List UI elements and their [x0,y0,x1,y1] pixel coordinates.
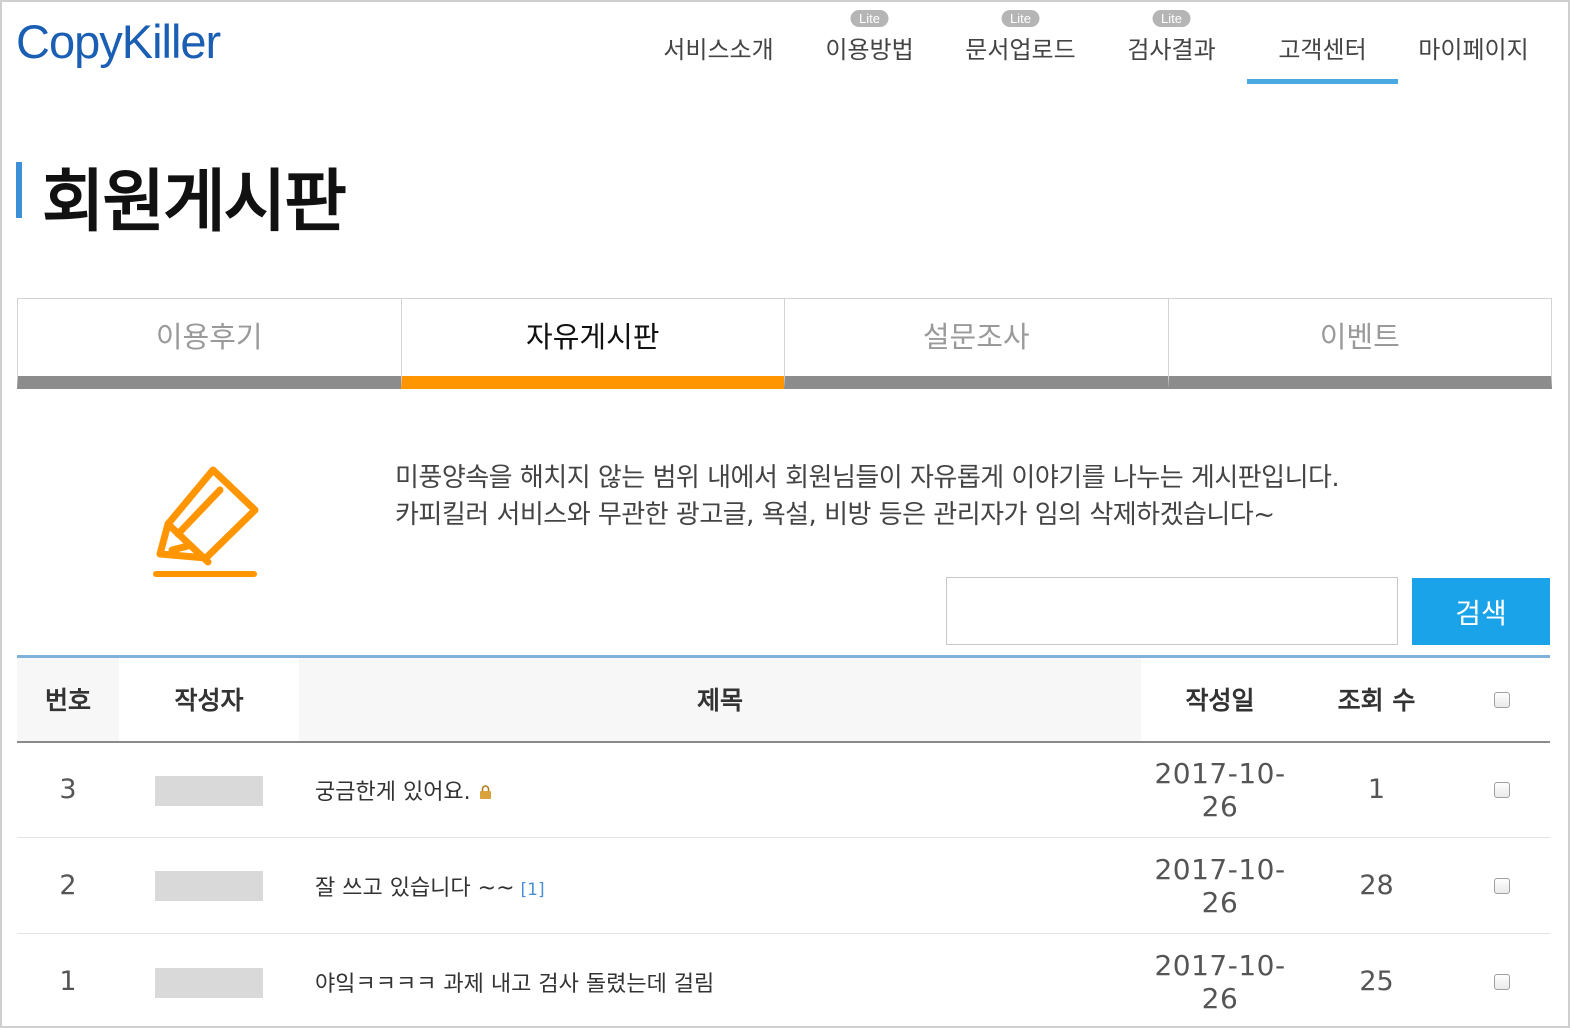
post-subject-link[interactable]: 야잌ㅋㅋㅋㅋ 과제 내고 검사 돌렸는데 걸림 [315,972,714,997]
nav-how-to-use[interactable]: Lite 이용방법 [794,0,945,84]
nav-label: 문서업로드 [965,36,1076,64]
row-select [1454,838,1550,934]
post-author [119,742,299,838]
reply-count: [1] [520,879,545,900]
post-views: 28 [1359,870,1394,901]
post-author [119,838,299,934]
post-views: 1 [1367,774,1386,806]
tab-reviews[interactable]: 이용후기 [17,298,401,389]
description-line-1: 미풍양속을 해치지 않는 범위 내에서 회원님들이 자유롭게 이야기를 나누는 … [395,463,1340,493]
nav-label: 이용방법 [825,36,914,64]
table-row[interactable]: 1 야잌ㅋㅋㅋㅋ 과제 내고 검사 돌렸는데 걸림 2017-10-26 25 [17,934,1550,1028]
column-header-date: 작성일 [1141,656,1299,742]
table-row[interactable]: 3 궁금한게 있어요. 2017-10-26 1 [17,742,1550,838]
board-tabs: 이용후기 자유게시판 설문조사 이벤트 [17,298,1552,389]
lock-icon [479,785,491,800]
post-date: 2017-10-26 [1154,948,1286,1015]
author-redacted [155,967,263,998]
post-number: 1 [59,966,77,998]
row-checkbox[interactable] [1494,974,1510,991]
post-number: 2 [59,870,77,901]
board-description: 미풍양속을 해치지 않는 범위 내에서 회원님들이 자유롭게 이야기를 나누는 … [395,460,1340,534]
post-author [119,934,299,1028]
post-date: 2017-10-26 [1154,756,1286,823]
main-nav: 서비스소개 Lite 이용방법 Lite 문서업로드 Lite 검사결과 고객센… [643,0,1549,84]
table-header-row: 번호 작성자 제목 작성일 조회 수 [17,656,1550,742]
column-header-select [1454,656,1550,742]
column-header-views: 조회 수 [1299,656,1454,742]
lite-badge: Lite [1001,10,1040,27]
copykiller-logo[interactable]: CopyKiller [16,14,221,69]
nav-my-page[interactable]: 마이페이지 [1398,0,1549,84]
nav-label: 마이페이지 [1418,36,1529,64]
nav-label: 고객센터 [1278,36,1367,64]
pencil-icon [153,466,259,577]
nav-check-results[interactable]: Lite 검사결과 [1096,0,1247,84]
post-views: 25 [1359,966,1394,998]
description-line-2: 카피킬러 서비스와 무관한 광고글, 욕설, 비방 등은 관리자가 임의 삭제하… [395,500,1275,530]
nav-label: 서비스소개 [663,36,774,64]
search-input[interactable] [946,577,1398,645]
tab-events[interactable]: 이벤트 [1167,298,1552,389]
post-number: 3 [59,774,77,806]
post-subject-link[interactable]: 궁금한게 있어요. [315,780,471,805]
author-redacted [155,775,263,806]
column-header-no: 번호 [17,656,119,742]
post-subject-cell: 야잌ㅋㅋㅋㅋ 과제 내고 검사 돌렸는데 걸림 [299,934,1141,1028]
post-subject-link[interactable]: 잘 쓰고 있습니다 ~~ [315,876,515,901]
nav-service-intro[interactable]: 서비스소개 [643,0,794,84]
row-select [1454,742,1550,838]
select-all-checkbox[interactable] [1494,691,1510,708]
post-subject-cell: 잘 쓰고 있습니다 ~~ [1] [299,838,1141,934]
tab-free-board[interactable]: 자유게시판 [400,298,784,389]
lite-badge: Lite [1152,10,1191,27]
row-checkbox[interactable] [1494,878,1510,894]
nav-document-upload[interactable]: Lite 문서업로드 [945,0,1096,84]
column-header-subject: 제목 [299,656,1141,742]
post-date: 2017-10-26 [1154,852,1286,919]
post-subject-cell: 궁금한게 있어요. [299,742,1141,838]
search-button[interactable]: 검색 [1412,578,1550,645]
tab-survey[interactable]: 설문조사 [784,298,1168,389]
title-accent-bar [16,162,22,218]
author-redacted [155,871,263,902]
lite-badge: Lite [850,10,889,27]
board-table: 번호 작성자 제목 작성일 조회 수 3 궁금한게 있어요. 2017-10-2… [17,655,1550,1028]
nav-label: 검사결과 [1127,36,1216,64]
table-row[interactable]: 2 잘 쓰고 있습니다 ~~ [1] 2017-10-26 28 [17,838,1550,934]
row-select [1454,934,1550,1028]
row-checkbox[interactable] [1494,782,1510,799]
column-header-author: 작성자 [119,656,299,742]
nav-customer-center[interactable]: 고객센터 [1247,0,1398,84]
page-title: 회원게시판 [42,163,347,242]
